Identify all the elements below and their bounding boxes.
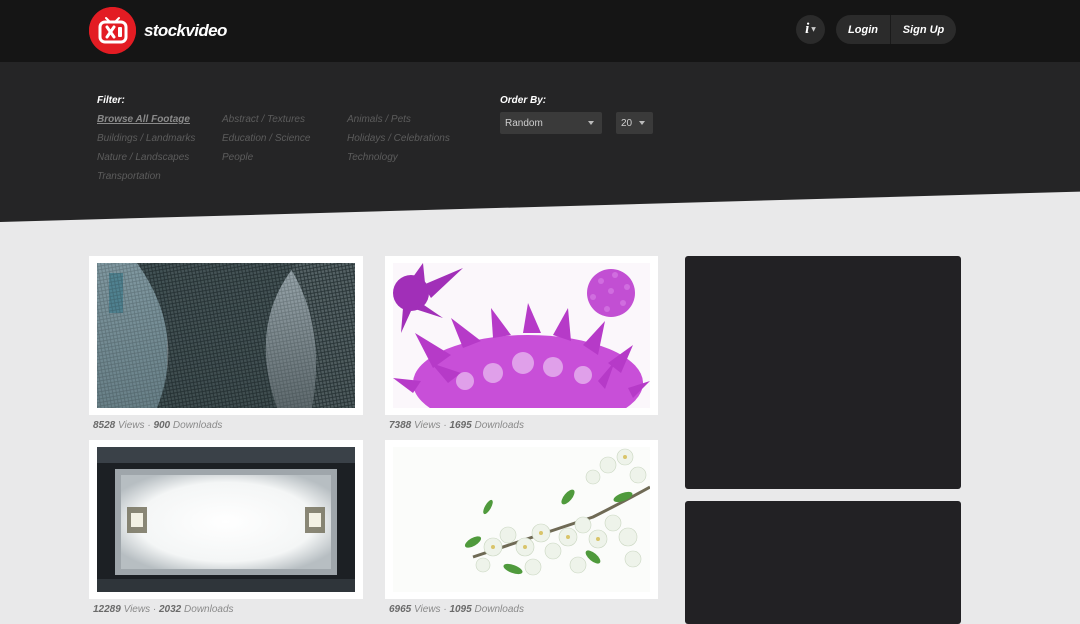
- signup-button[interactable]: Sign Up: [891, 15, 956, 44]
- site-logo[interactable]: stockvideo: [89, 7, 227, 54]
- info-menu-button[interactable]: i ▼: [796, 15, 825, 44]
- order-by-value: Random: [505, 117, 543, 129]
- filter-heading: Filter:: [97, 95, 125, 106]
- filter-animals-pets-link[interactable]: Animals / Pets: [347, 114, 411, 125]
- chevron-down-icon: [588, 121, 594, 125]
- dropdown-caret-icon: ▼: [811, 26, 816, 33]
- video-card[interactable]: [89, 256, 363, 415]
- filter-buildings-landmarks-link[interactable]: Buildings / Landmarks: [97, 133, 195, 144]
- purple-virus-thumbnail[interactable]: [393, 263, 650, 408]
- auth-button-group: Login Sign Up: [836, 15, 956, 44]
- per-page-value: 20: [621, 117, 633, 129]
- video-stats: 7388 Views · 1695 Downloads: [389, 420, 524, 431]
- filter-people-link[interactable]: People: [222, 152, 253, 163]
- ad-panel[interactable]: [685, 501, 961, 624]
- chevron-down-icon: [639, 121, 645, 125]
- top-navigation-bar: stockvideo i ▼ Login Sign Up: [0, 0, 1080, 62]
- filter-transportation-link[interactable]: Transportation: [97, 171, 161, 182]
- fishing-net-thumbnail[interactable]: [97, 263, 355, 408]
- login-button[interactable]: Login: [836, 15, 891, 44]
- video-card[interactable]: [385, 256, 658, 415]
- filter-holidays-celebrations-link[interactable]: Holidays / Celebrations: [347, 133, 450, 144]
- light-panel-thumbnail[interactable]: [97, 447, 355, 592]
- order-by-heading: Order By:: [500, 95, 547, 106]
- white-blossom-thumbnail[interactable]: [393, 447, 650, 592]
- brand-name: stockvideo: [144, 20, 227, 40]
- per-page-select[interactable]: 20: [616, 112, 653, 134]
- video-stats: 8528 Views · 900 Downloads: [93, 420, 223, 431]
- tv-logo-icon: [89, 7, 136, 54]
- info-icon: i: [805, 21, 810, 37]
- filter-nature-landscapes-link[interactable]: Nature / Landscapes: [97, 152, 189, 163]
- filter-education-science-link[interactable]: Education / Science: [222, 133, 310, 144]
- order-by-select[interactable]: Random: [500, 112, 602, 134]
- video-card[interactable]: [385, 440, 658, 599]
- filter-abstract-textures-link[interactable]: Abstract / Textures: [222, 114, 305, 125]
- video-card[interactable]: [89, 440, 363, 599]
- video-stats: 6965 Views · 1095 Downloads: [389, 604, 524, 615]
- video-stats: 12289 Views · 2032 Downloads: [93, 604, 234, 615]
- ad-panel[interactable]: [685, 256, 961, 489]
- filter-technology-link[interactable]: Technology: [347, 152, 398, 163]
- filter-browse-all-link[interactable]: Browse All Footage: [97, 114, 190, 125]
